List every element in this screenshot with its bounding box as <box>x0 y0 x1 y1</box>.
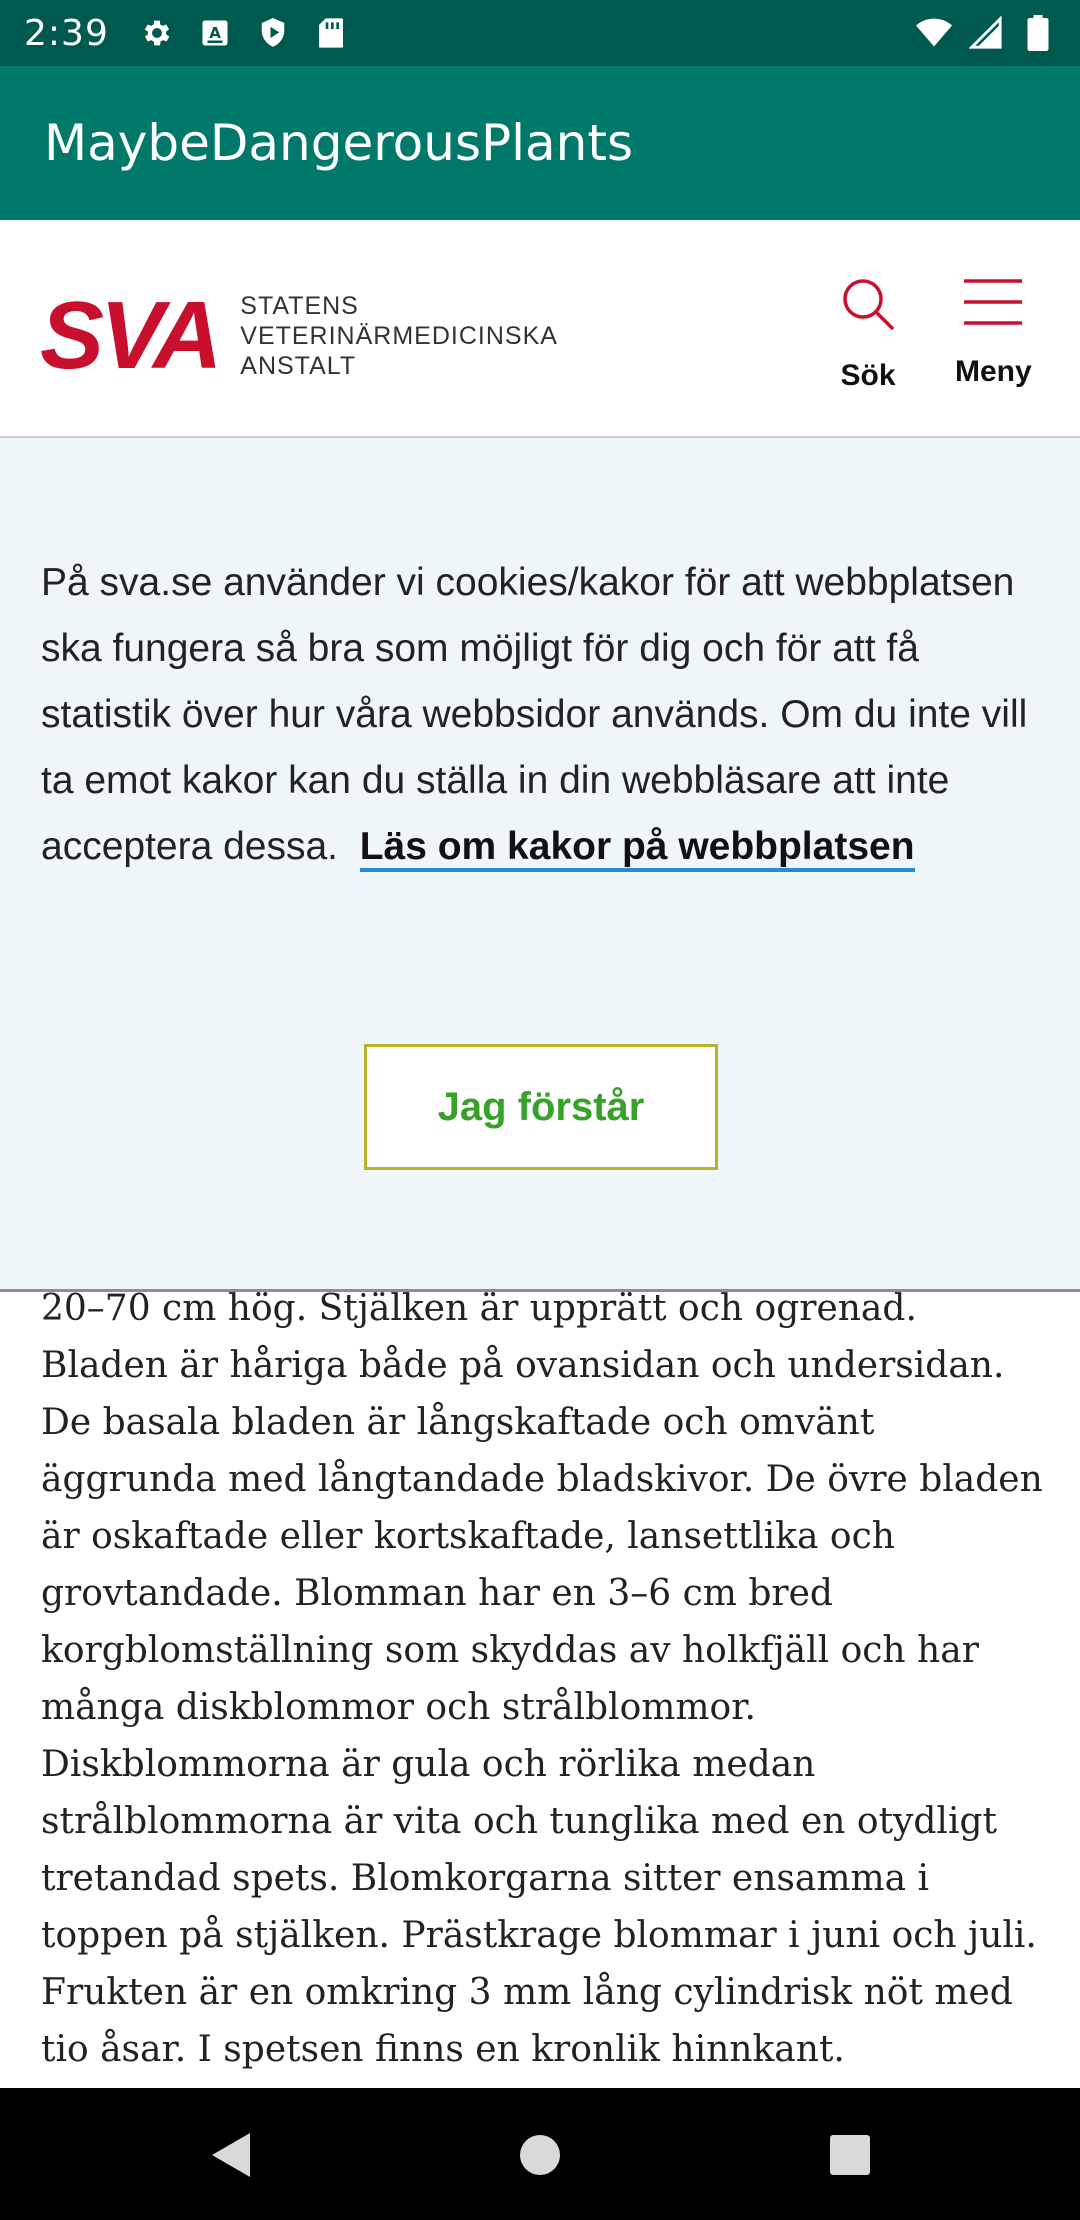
screen: 2:39 A MaybeDangerousPlants SVA STATENS … <box>0 0 1080 2220</box>
back-icon[interactable] <box>204 2128 258 2182</box>
cookie-message: På sva.se använder vi cookies/kakor för … <box>41 550 1041 880</box>
app-bar: MaybeDangerousPlants <box>0 66 1080 220</box>
site-header: SVA STATENS VETERINÄRMEDICINSKA ANSTALT … <box>0 220 1080 438</box>
sva-logo[interactable]: SVA STATENS VETERINÄRMEDICINSKA ANSTALT <box>40 288 558 384</box>
wifi-icon <box>916 15 952 51</box>
sd-card-icon <box>313 15 349 51</box>
accept-cookies-button[interactable]: Jag förstår <box>364 1044 718 1170</box>
battery-icon <box>1020 15 1056 51</box>
logo-mark: SVA <box>40 282 222 389</box>
gear-icon <box>139 15 175 51</box>
home-icon[interactable] <box>513 2128 567 2182</box>
svg-text:A: A <box>209 24 221 42</box>
logo-line: VETERINÄRMEDICINSKA <box>240 322 558 350</box>
search-button[interactable]: Sök <box>840 276 896 393</box>
logo-text: STATENS VETERINÄRMEDICINSKA ANSTALT <box>240 291 558 381</box>
cookie-banner: På sva.se använder vi cookies/kakor för … <box>0 438 1080 1292</box>
navigation-bar <box>0 2088 1080 2220</box>
app-title: MaybeDangerousPlants <box>44 114 634 172</box>
article-text: 20–70 cm hög. Stjälken är upprätt och og… <box>41 1288 1043 2070</box>
menu-button[interactable]: Meny <box>955 276 1032 389</box>
menu-label: Meny <box>955 355 1032 388</box>
cookie-info-link[interactable]: Läs om kakor på webbplatsen <box>359 825 915 872</box>
logo-line: STATENS <box>240 292 359 320</box>
signal-icon <box>968 15 1004 51</box>
font-a-icon: A <box>197 15 233 51</box>
search-label: Sök <box>840 359 896 392</box>
shield-icon <box>255 15 291 51</box>
logo-line: ANSTALT <box>240 352 357 380</box>
status-icons-right <box>916 15 1056 51</box>
recents-icon[interactable] <box>823 2128 877 2182</box>
cookie-text: På sva.se använder vi cookies/kakor för … <box>41 561 1028 868</box>
status-icons-left: A <box>139 15 349 51</box>
status-time: 2:39 <box>24 12 109 54</box>
status-bar: 2:39 A <box>0 0 1080 66</box>
hamburger-icon <box>962 276 1024 333</box>
search-icon <box>840 276 896 337</box>
